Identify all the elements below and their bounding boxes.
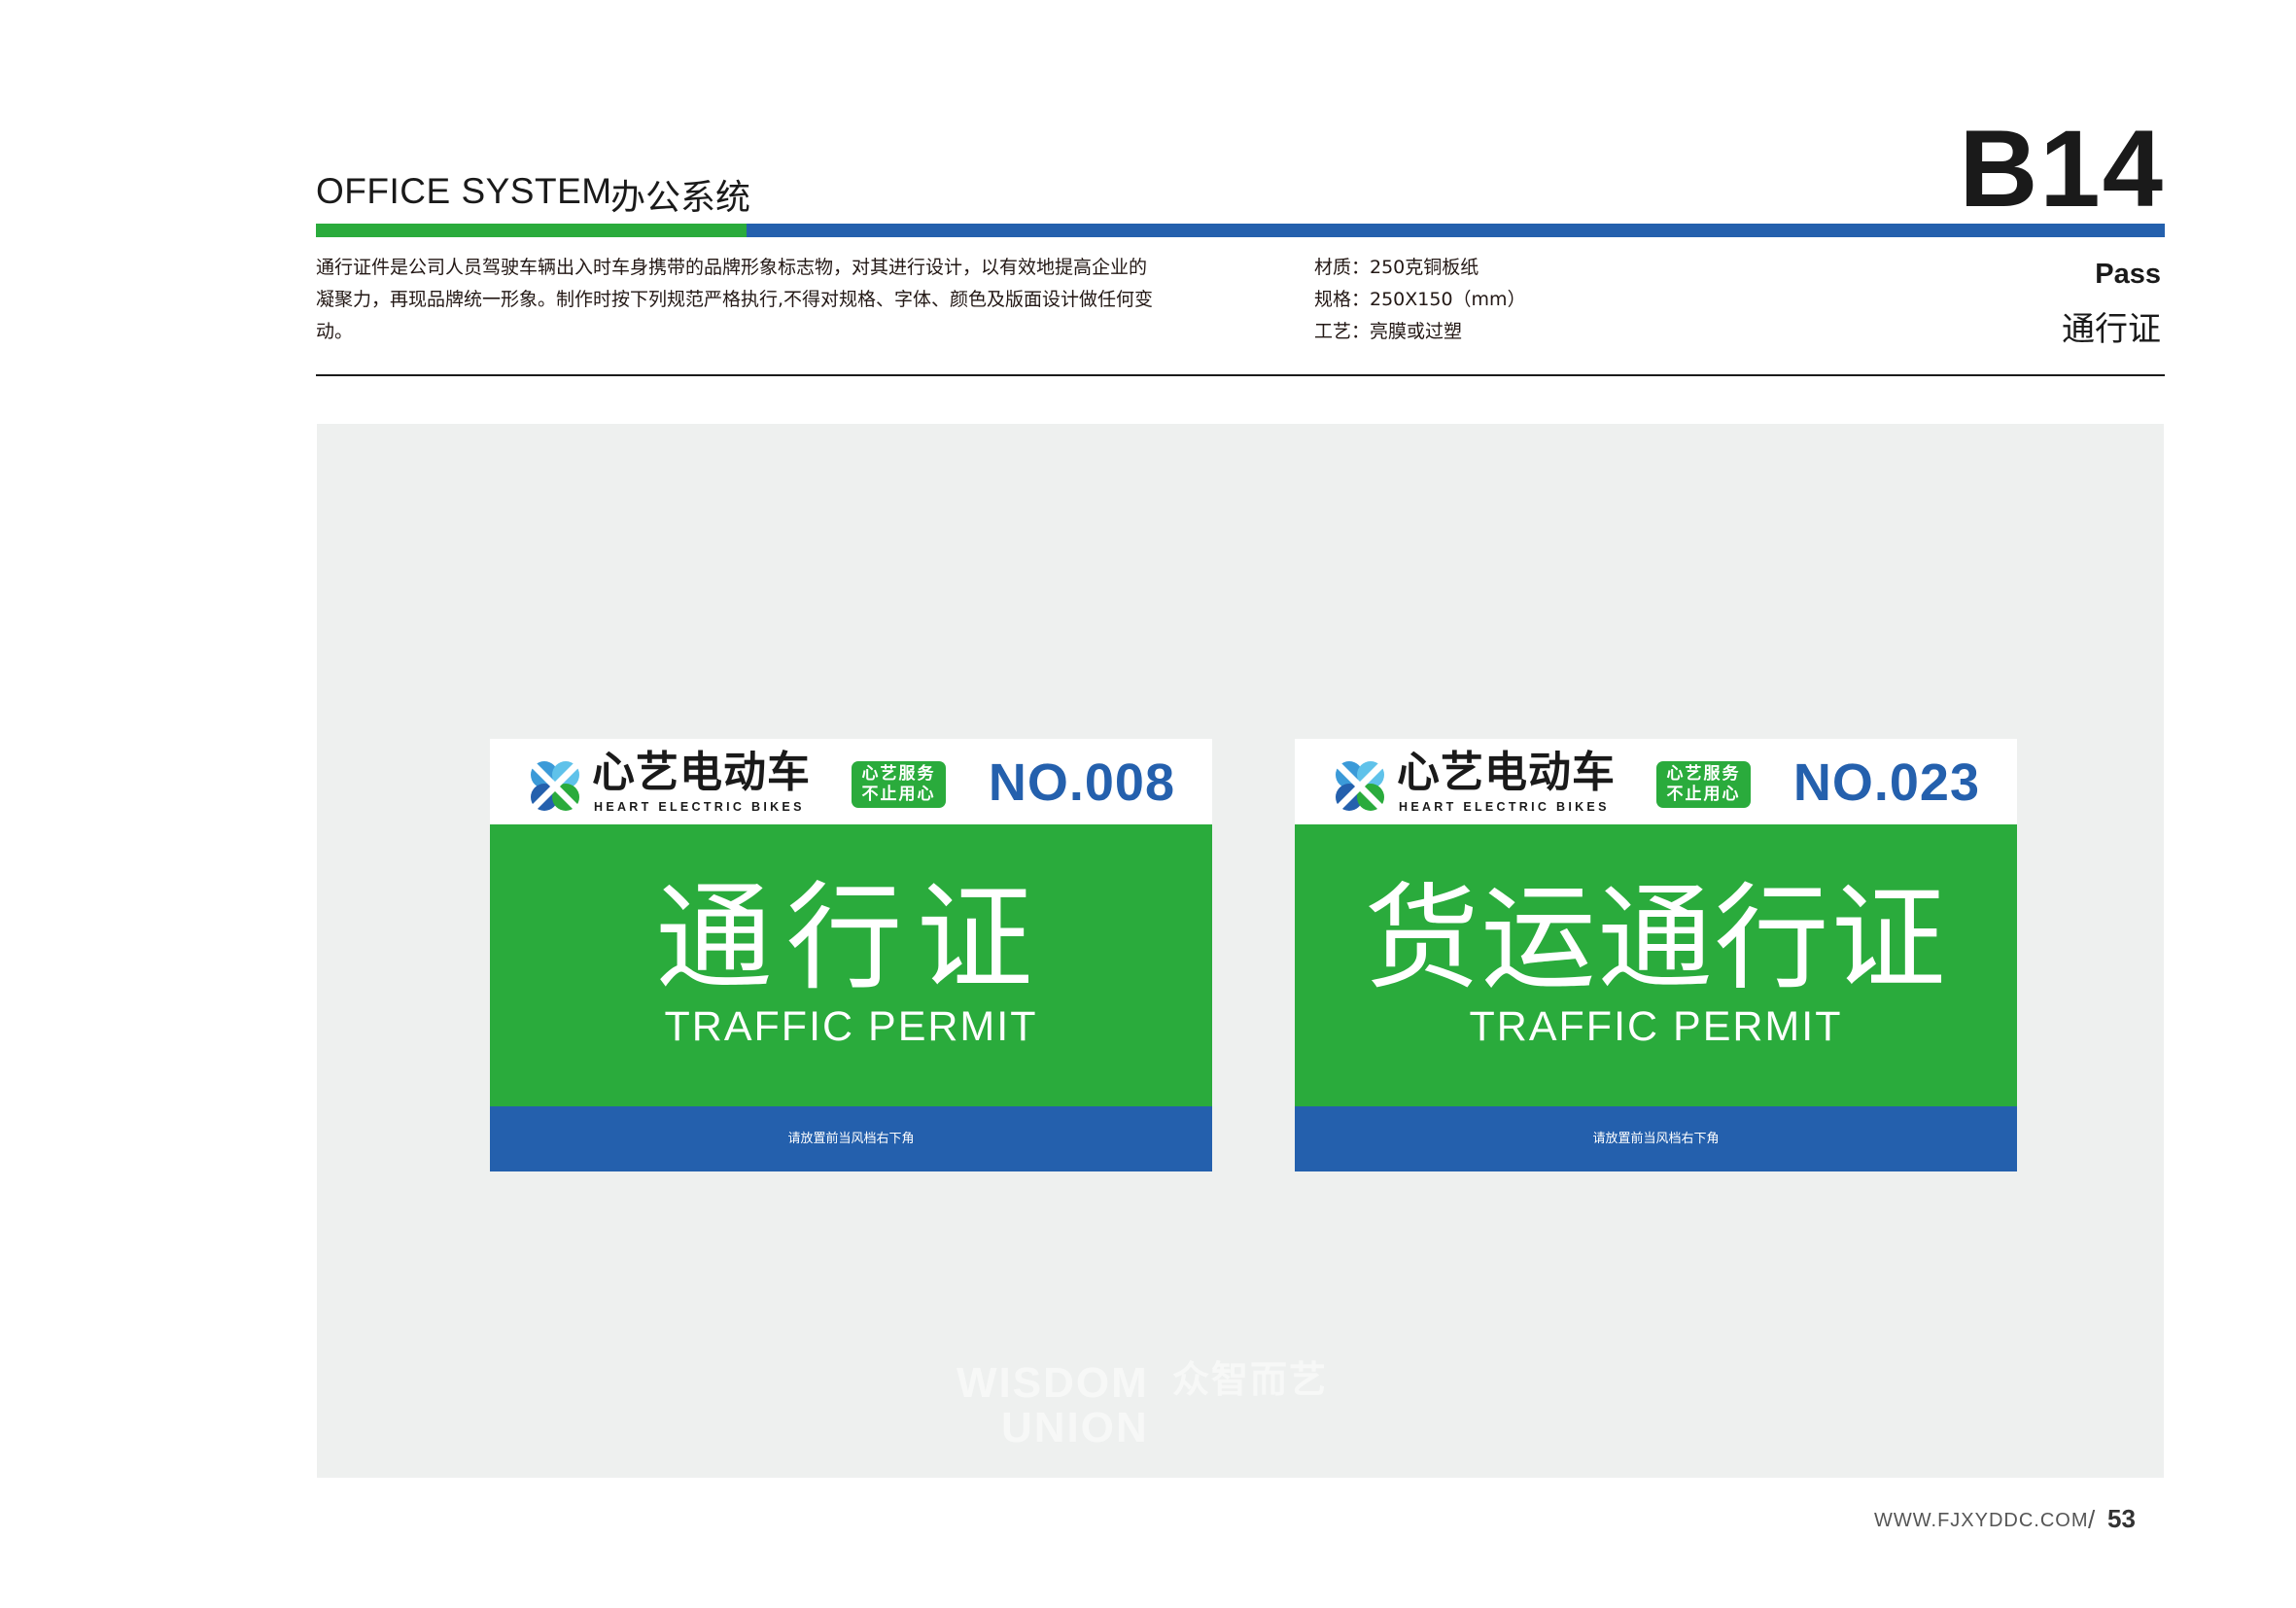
- footer-slash: /: [2088, 1505, 2096, 1534]
- card-footer: 请放置前当风档右下角: [1295, 1106, 2017, 1171]
- section-title-en: OFFICE SYSTEM: [316, 171, 612, 211]
- placement-note: 请放置前当风档右下角: [787, 1132, 915, 1146]
- brand-name-cn: 心艺电动车: [1397, 748, 1616, 797]
- specs: 材质：250克铜板纸 规格：250X150（mm） 工艺：亮膜或过塑: [1314, 252, 1526, 348]
- serial-number: NO.008: [988, 753, 1175, 812]
- pass-card-2: 心艺电动车 HEART ELECTRIC BIKES 心艺服务 不止用心 NO.…: [1295, 739, 2017, 1171]
- item-title-en: Pass: [2095, 259, 2161, 290]
- description: 通行证件是公司人员驾驶车辆出入时车身携带的品牌形象标志物，对其进行设计，以有效地…: [316, 252, 1191, 348]
- permit-title-en: TRAFFIC PERMIT: [1469, 1003, 1843, 1050]
- item-title-cn: 通行证: [2062, 310, 2161, 349]
- slogan-badge: 心艺服务 不止用心: [1656, 761, 1751, 808]
- spec-material: 材质：250克铜板纸: [1314, 257, 1479, 278]
- clover-logo-icon: [531, 761, 579, 811]
- card-header: 心艺电动车 HEART ELECTRIC BIKES 心艺服务 不止用心 NO.…: [1295, 739, 2017, 824]
- slogan-badge: 心艺服务 不止用心: [852, 761, 946, 808]
- card-body: 通行证 TRAFFIC PERMIT: [490, 824, 1212, 1106]
- placement-note: 请放置前当风档右下角: [1592, 1132, 1720, 1146]
- header-rule: [316, 374, 2165, 376]
- watermark-cn: 众智而艺: [1172, 1358, 1329, 1401]
- card-header: 心艺电动车 HEART ELECTRIC BIKES 心艺服务 不止用心 NO.…: [490, 739, 1212, 824]
- description-line: 动。: [316, 321, 354, 342]
- watermark-line-1: WISDOM: [957, 1359, 1149, 1407]
- slogan-line-2: 不止用心: [861, 785, 936, 804]
- serial-number: NO.023: [1792, 753, 1980, 812]
- page-code: B14: [1959, 108, 2165, 229]
- brand-name-cn: 心艺电动车: [592, 748, 811, 797]
- header-bar-green: [316, 224, 747, 237]
- permit-title-cn: 货运通行证: [1364, 871, 1948, 1005]
- watermark: WISDOM UNION 众智而艺: [957, 1359, 1326, 1452]
- section-title-cn: 办公系统: [610, 178, 751, 218]
- spec-process: 工艺：亮膜或过塑: [1314, 321, 1463, 342]
- description-line: 通行证件是公司人员驾驶车辆出入时车身携带的品牌形象标志物，对其进行设计，以有效地…: [316, 257, 1148, 278]
- pass-card-1: 心艺电动车 HEART ELECTRIC BIKES 心艺服务 不止用心 NO.…: [490, 739, 1212, 1171]
- watermark-line-2: UNION: [1001, 1404, 1149, 1452]
- brand-name-en: HEART ELECTRIC BIKES: [1399, 800, 1610, 814]
- description-line: 凝聚力，再现品牌统一形象。制作时按下列规范严格执行,不得对规格、字体、颜色及版面…: [316, 289, 1154, 310]
- slogan-line-1: 心艺服务: [861, 764, 936, 784]
- permit-title-cn: 通行证: [655, 871, 1047, 1006]
- page-number: 53: [2107, 1504, 2136, 1533]
- card-body: 货运通行证 TRAFFIC PERMIT: [1295, 824, 2017, 1106]
- card-footer: 请放置前当风档右下角: [490, 1106, 1212, 1171]
- footer-url: WWW.FJXYDDC.COM: [1874, 1510, 2089, 1531]
- spec-size: 规格：250X150（mm）: [1314, 289, 1526, 310]
- slogan-line-2: 不止用心: [1666, 785, 1741, 804]
- brand-name-en: HEART ELECTRIC BIKES: [594, 800, 805, 814]
- slogan-line-1: 心艺服务: [1666, 764, 1741, 784]
- header-bar-blue: [747, 224, 2165, 237]
- permit-title-en: TRAFFIC PERMIT: [664, 1003, 1038, 1050]
- clover-logo-icon: [1336, 761, 1384, 811]
